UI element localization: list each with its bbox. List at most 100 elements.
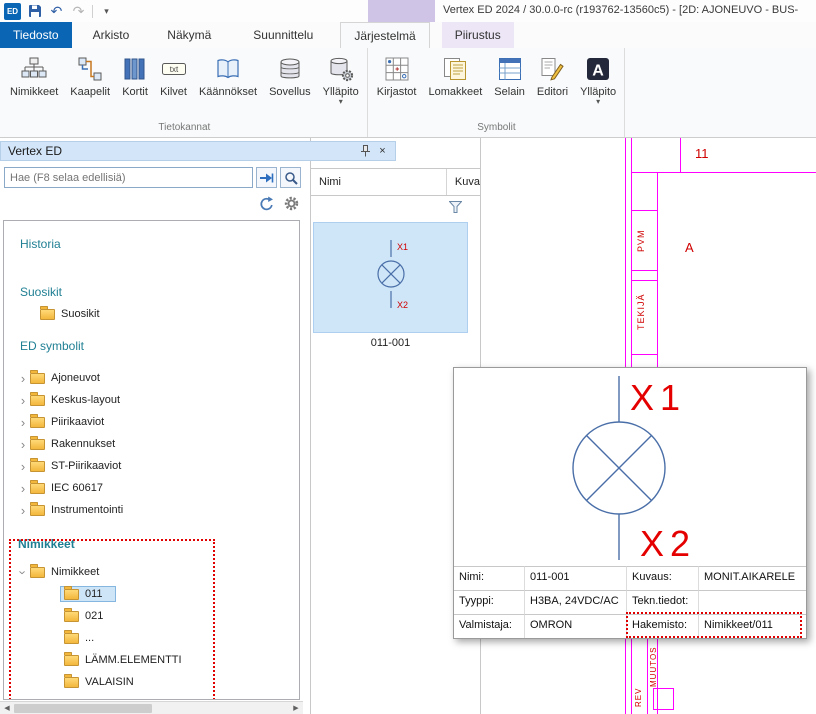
tab-piirustus[interactable]: Piirustus (442, 22, 514, 48)
tree-item-label[interactable]: ST-Piirikaaviot (51, 460, 121, 472)
ribbon-button-editori[interactable]: Editori (531, 51, 574, 100)
selected-item-highlight[interactable]: 011 (60, 586, 116, 602)
tree-item-label[interactable]: ... (85, 632, 94, 644)
chevron-expanded-icon[interactable]: › (16, 565, 31, 579)
qat-customize-icon[interactable]: ▾ (98, 3, 115, 20)
tab-jarjestelma[interactable]: Järjestelmä (340, 22, 429, 48)
ribbon-button-nimikkeet[interactable]: Nimikkeet (4, 51, 64, 100)
tree-link-historia[interactable]: Historia (4, 233, 299, 255)
undo-icon[interactable]: ↶ (48, 3, 65, 20)
tree-item-label[interactable]: LÄMM.ELEMENTTI (85, 654, 182, 666)
tab-suunnittelu[interactable]: Suunnittelu (240, 22, 326, 48)
tree-item-label[interactable]: IEC 60617 (51, 482, 103, 494)
chevron-right-icon[interactable]: › (16, 459, 30, 474)
drawing-frame-line (647, 628, 648, 714)
tags-icon: txt (161, 55, 187, 83)
close-icon[interactable]: × (374, 143, 391, 159)
symbol-preview-popup: X1 X2 Nimi: 011-001 Kuvaus: MONIT.AIKARE… (453, 367, 807, 639)
chevron-right-icon[interactable]: › (16, 371, 30, 386)
filter-icon[interactable] (449, 200, 462, 218)
tree-item-rakennukset[interactable]: › Rakennukset (4, 433, 299, 455)
qat-separator (92, 5, 93, 18)
ribbon-button-selain[interactable]: Selain (488, 51, 531, 100)
app-logo-icon[interactable]: ED (4, 3, 21, 20)
tree-item-lamm-elementti[interactable]: LÄMM.ELEMENTTI (4, 649, 299, 671)
scrollbar-thumb[interactable] (14, 704, 152, 713)
chevron-right-icon[interactable]: › (16, 503, 30, 518)
tree-link-suosikit[interactable]: Suosikit (4, 281, 299, 303)
tab-arkisto[interactable]: Arkisto (80, 22, 143, 48)
redo-icon[interactable]: ↷ (70, 3, 87, 20)
tree-link-nimikkeet[interactable]: Nimikkeet (4, 533, 299, 555)
tree-link-label[interactable]: Historia (20, 237, 61, 251)
folder-icon (64, 633, 79, 644)
tab-nakyma[interactable]: Näkymä (154, 22, 224, 48)
ribbon-button-kaapelit[interactable]: Kaapelit (64, 51, 116, 100)
chevron-right-icon[interactable]: › (16, 415, 30, 430)
tree-item-ajoneuvot[interactable]: › Ajoneuvot (4, 367, 299, 389)
property-label: Kuvaus: (626, 566, 698, 590)
property-value: OMRON (524, 614, 626, 638)
tree-item-021[interactable]: 021 (4, 605, 299, 627)
search-input[interactable] (4, 167, 253, 188)
tree-item-011-selected[interactable]: 011 (4, 583, 299, 605)
tree-item-label[interactable]: Instrumentointi (51, 504, 123, 516)
horizontal-scrollbar[interactable]: ◀ ▶ (0, 701, 303, 714)
ribbon-button-kirjastot[interactable]: Kirjastot (371, 51, 423, 100)
ribbon: Nimikkeet Kaapelit Kortit txt (0, 48, 816, 138)
folder-icon (30, 567, 45, 578)
chevron-right-icon[interactable]: › (16, 437, 30, 452)
ribbon-group-label: Tietokannat (4, 121, 365, 137)
ribbon-button-kilvet[interactable]: txt Kilvet (154, 51, 193, 100)
symbol-properties-table: Nimi: 011-001 Kuvaus: MONIT.AIKARELE Tyy… (454, 566, 806, 638)
tree-item-label[interactable]: Rakennukset (51, 438, 115, 450)
tree-link-label[interactable]: Suosikit (20, 285, 62, 299)
refresh-icon[interactable] (256, 193, 276, 213)
tree-item-label[interactable]: Nimikkeet (51, 566, 99, 578)
tree-item-label[interactable]: 011 (85, 588, 103, 600)
ribbon-button-lomakkeet[interactable]: Lomakkeet (422, 51, 488, 100)
tree-item-ellipsis[interactable]: ... (4, 627, 299, 649)
chevron-right-icon[interactable]: › (16, 393, 30, 408)
tree-item-nimikkeet-root[interactable]: › Nimikkeet (4, 561, 299, 583)
tree-item-piirikaaviot[interactable]: › Piirikaaviot (4, 411, 299, 433)
ribbon-button-kortit[interactable]: Kortit (116, 51, 154, 100)
browser-list-icon (497, 55, 523, 83)
tab-tiedosto[interactable]: Tiedosto (0, 22, 72, 48)
tree-item-label[interactable]: 021 (85, 610, 103, 622)
tree-item-label[interactable]: Keskus-layout (51, 394, 120, 406)
tree-link-label[interactable]: ED symbolit (20, 339, 84, 353)
tree-item-keskus-layout[interactable]: › Keskus-layout (4, 389, 299, 411)
chevron-right-icon[interactable]: › (16, 481, 30, 496)
column-header-kuva[interactable]: Kuva (447, 176, 480, 188)
pin-icon[interactable] (357, 143, 374, 159)
save-icon[interactable] (26, 3, 43, 20)
tree-item-label[interactable]: Suosikit (61, 308, 100, 320)
tree-item-label[interactable]: VALAISIN (85, 676, 134, 688)
search-go-button[interactable] (256, 167, 277, 188)
column-header-nimi[interactable]: Nimi (311, 169, 447, 195)
tree-item-instrumentointi[interactable]: › Instrumentointi (4, 499, 299, 521)
ribbon-button-label: Käännökset (199, 86, 257, 98)
tree-item-suosikit-folder[interactable]: Suosikit (4, 303, 299, 325)
ribbon-button-yllapito-symbolit[interactable]: A Ylläpito ▾ (574, 51, 622, 107)
quick-access-toolbar: ED ↶ ↷ ▾ (4, 2, 115, 20)
translations-book-icon (215, 55, 241, 83)
gear-icon[interactable] (281, 193, 301, 213)
tree-link-ed-symbolit[interactable]: ED symbolit (4, 335, 299, 357)
tree-item-label[interactable]: Ajoneuvot (51, 372, 100, 384)
tree-item-valaisin[interactable]: VALAISIN (4, 671, 299, 693)
symbol-list-item[interactable]: X1 X2 (313, 222, 468, 333)
search-icon[interactable] (280, 167, 301, 188)
terminal-label-top: X1 (630, 377, 686, 418)
symbol-admin-icon: A (585, 55, 611, 83)
tree-item-iec-60617[interactable]: › IEC 60617 (4, 477, 299, 499)
scroll-left-icon[interactable]: ◀ (0, 702, 14, 714)
ribbon-button-yllapito-db[interactable]: Ylläpito ▾ (317, 51, 365, 107)
ribbon-button-kaannokset[interactable]: Käännökset (193, 51, 263, 100)
tree-item-st-piirikaaviot[interactable]: › ST-Piirikaaviot (4, 455, 299, 477)
ribbon-button-sovellus[interactable]: Sovellus (263, 51, 317, 100)
tree-item-label[interactable]: Piirikaaviot (51, 416, 104, 428)
scroll-right-icon[interactable]: ▶ (289, 702, 303, 714)
tree-link-label[interactable]: Nimikkeet (18, 537, 75, 551)
